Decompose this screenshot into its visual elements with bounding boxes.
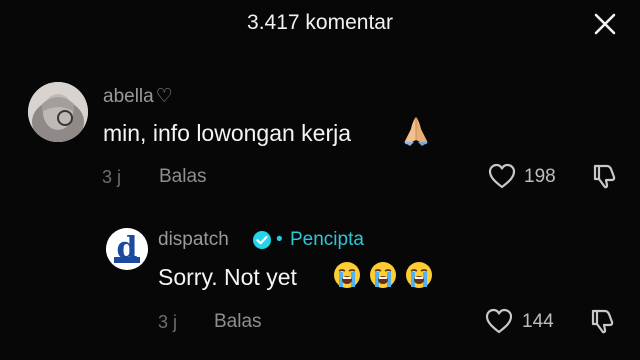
like-count: 144 [522, 311, 554, 332]
reply-button[interactable]: Balas [214, 311, 262, 333]
user-avatar-photo[interactable] [28, 82, 88, 142]
like-count: 198 [524, 166, 556, 187]
comment-username[interactable]: dispatch [158, 229, 229, 251]
username-heart-symbol: ♡ [155, 86, 173, 107]
loudly-crying-face-emoji [332, 260, 362, 290]
comment-text: min, info lowongan kerja [103, 120, 352, 146]
comment-timestamp: 3 j [102, 167, 122, 187]
comment-count-title: 3.417 komentar [247, 11, 393, 34]
comment-text: Sorry. Not yet [158, 264, 297, 290]
folded-hands-emoji [401, 115, 431, 147]
comments-header: 3.417 komentar [0, 0, 640, 46]
comment-timestamp: 3 j [158, 312, 178, 332]
heart-icon[interactable] [487, 162, 517, 190]
loudly-crying-face-emoji [368, 260, 398, 290]
dispatch-logo-avatar[interactable]: d [106, 228, 148, 270]
creator-badge: Pencipta [290, 229, 364, 250]
thumbs-down-icon[interactable] [590, 161, 620, 191]
reply-button[interactable]: Balas [159, 166, 207, 188]
separator-dot: • [276, 229, 283, 250]
close-icon[interactable] [590, 9, 620, 39]
thumbs-down-icon[interactable] [588, 306, 618, 336]
comment-username[interactable]: abella ♡ [103, 85, 173, 108]
verified-badge-icon [252, 230, 272, 250]
loudly-crying-face-emoji [404, 260, 434, 290]
heart-icon[interactable] [484, 307, 514, 335]
